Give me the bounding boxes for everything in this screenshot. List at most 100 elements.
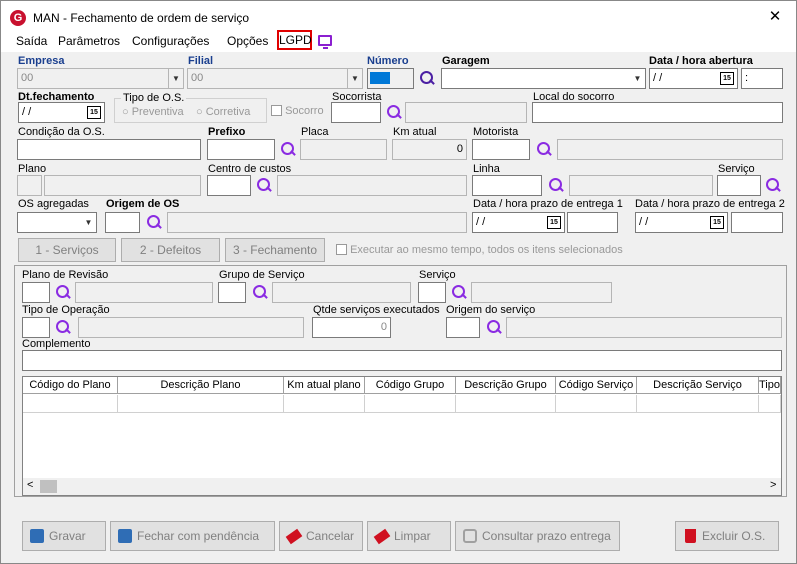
condicao-input[interactable] xyxy=(17,139,201,160)
grupo-servico-code[interactable] xyxy=(218,282,246,303)
grid-cell[interactable] xyxy=(118,395,284,413)
km-atual-label: Km atual xyxy=(393,126,437,138)
filial-select[interactable]: 00 ▼ xyxy=(187,68,363,89)
search-icon[interactable] xyxy=(765,177,781,193)
grid-cell[interactable] xyxy=(23,395,118,413)
socorrista-code[interactable] xyxy=(331,102,381,123)
grid-cell[interactable] xyxy=(456,395,556,413)
calendar-icon[interactable]: 15 xyxy=(547,216,561,229)
scroll-right-icon[interactable]: > xyxy=(770,479,776,491)
grid-header-codigo-servico[interactable]: Código Serviço xyxy=(556,377,637,394)
search-icon[interactable] xyxy=(536,141,552,157)
grid-cell[interactable] xyxy=(556,395,637,413)
servicos-button[interactable]: 1 - Serviços xyxy=(18,238,116,262)
condicao-label: Condição da O.S. xyxy=(18,126,105,138)
search-icon[interactable] xyxy=(548,177,564,193)
garagem-label: Garagem xyxy=(442,55,490,67)
data-abertura-label: Data / hora abertura xyxy=(649,55,753,67)
grid-header-descricao-plano[interactable]: Descrição Plano xyxy=(118,377,284,394)
fechamento-button[interactable]: 3 - Fechamento xyxy=(225,238,325,262)
dt-fechamento-value: / / xyxy=(22,106,32,118)
motorista-code[interactable] xyxy=(472,139,530,160)
servicos-grid[interactable]: Código do Plano Descrição Plano Km atual… xyxy=(22,376,782,496)
origem-os-code[interactable] xyxy=(105,212,140,233)
dt-fechamento-input[interactable]: / / 15 xyxy=(18,102,105,123)
consultar-prazo-button[interactable]: Consultar prazo entrega xyxy=(455,521,620,551)
search-icon[interactable] xyxy=(386,104,402,120)
menu-lgpd[interactable]: LGPD xyxy=(277,30,312,50)
grid-header-descricao-grupo[interactable]: Descrição Grupo xyxy=(456,377,556,394)
prazo1-time[interactable] xyxy=(567,212,618,233)
prefixo-input[interactable] xyxy=(207,139,275,160)
search-icon[interactable] xyxy=(451,284,467,300)
excluir-os-button[interactable]: Excluir O.S. xyxy=(675,521,779,551)
grid-cell[interactable] xyxy=(365,395,456,413)
calendar-icon[interactable]: 15 xyxy=(87,106,101,119)
search-icon[interactable] xyxy=(55,319,71,335)
menu-parametros[interactable]: Parâmetros xyxy=(58,34,120,48)
scroll-left-icon[interactable]: < xyxy=(27,479,33,491)
monitor-icon[interactable] xyxy=(318,35,332,49)
chevron-down-icon[interactable]: ▼ xyxy=(347,69,362,88)
tipo-operacao-code[interactable] xyxy=(22,317,50,338)
grid-header-km-atual-plano[interactable]: Km atual plano xyxy=(284,377,365,394)
empresa-select[interactable]: 00 ▼ xyxy=(17,68,184,89)
excluir-label: Excluir O.S. xyxy=(702,529,766,543)
chevron-down-icon[interactable]: ▼ xyxy=(168,69,183,88)
search-icon[interactable] xyxy=(280,141,296,157)
menu-opcoes[interactable]: Opções xyxy=(227,34,268,48)
centro-custos-name xyxy=(277,175,467,196)
qtde-input[interactable]: 0 xyxy=(312,317,391,338)
empresa-value: 00 xyxy=(21,72,34,84)
search-icon[interactable] xyxy=(146,214,162,230)
panel-servico-code[interactable] xyxy=(418,282,446,303)
socorro-checkbox[interactable]: Socorro xyxy=(271,105,324,117)
origem-servico-code[interactable] xyxy=(446,317,480,338)
chevron-down-icon[interactable]: ▼ xyxy=(630,69,645,88)
calendar-icon[interactable]: 15 xyxy=(720,72,734,85)
grid-cell[interactable] xyxy=(759,395,781,413)
search-icon[interactable] xyxy=(55,284,71,300)
centro-custos-code[interactable] xyxy=(207,175,251,196)
chevron-down-icon[interactable]: ▼ xyxy=(81,213,96,232)
search-icon[interactable] xyxy=(419,70,435,86)
search-icon[interactable] xyxy=(256,177,272,193)
fechar-pendencia-button[interactable]: Fechar com pendência xyxy=(110,521,275,551)
grid-header-tipo[interactable]: Tipo xyxy=(759,377,781,394)
executar-checkbox[interactable]: Executar ao mesmo tempo, todos os itens … xyxy=(336,244,623,256)
grid-header-descricao-servico[interactable]: Descrição Serviço xyxy=(637,377,759,394)
radio-preventiva[interactable]: ○ Preventiva xyxy=(122,106,184,118)
complemento-input[interactable] xyxy=(22,350,782,371)
grid-header-codigo-grupo[interactable]: Código Grupo xyxy=(365,377,456,394)
limpar-button[interactable]: Limpar xyxy=(367,521,451,551)
data-abertura-input[interactable]: / / 15 xyxy=(649,68,738,89)
scrollbar-thumb[interactable] xyxy=(40,480,57,493)
gravar-button[interactable]: Gravar xyxy=(22,521,106,551)
linha-code[interactable] xyxy=(472,175,542,196)
search-icon[interactable] xyxy=(252,284,268,300)
grid-cell[interactable] xyxy=(637,395,759,413)
prazo2-time[interactable] xyxy=(731,212,783,233)
prazo1-date[interactable]: / / 15 xyxy=(472,212,565,233)
grid-cell[interactable] xyxy=(284,395,365,413)
local-socorro-input[interactable] xyxy=(532,102,783,123)
numero-input[interactable] xyxy=(367,68,414,89)
grid-header-codigo-plano[interactable]: Código do Plano xyxy=(23,377,118,394)
calendar-icon[interactable]: 15 xyxy=(710,216,724,229)
close-icon[interactable]: ✕ xyxy=(763,5,787,29)
os-agregadas-select[interactable]: ▼ xyxy=(17,212,97,233)
defeitos-button[interactable]: 2 - Defeitos xyxy=(121,238,220,262)
menu-configuracoes[interactable]: Configurações xyxy=(132,34,209,48)
prazo2-label: Data / hora prazo de entrega 2 xyxy=(635,198,785,210)
radio-corretiva[interactable]: ○ Corretiva xyxy=(196,106,250,118)
horizontal-scrollbar[interactable]: < > xyxy=(23,478,781,495)
search-icon[interactable] xyxy=(486,319,502,335)
hora-abertura-input[interactable]: : xyxy=(741,68,783,89)
cancelar-button[interactable]: Cancelar xyxy=(279,521,363,551)
plano-revisao-code[interactable] xyxy=(22,282,50,303)
garagem-select[interactable]: ▼ xyxy=(441,68,646,89)
menu-saida[interactable]: Saída xyxy=(16,34,47,48)
servico-input[interactable] xyxy=(717,175,761,196)
complemento-label: Complemento xyxy=(22,338,91,350)
prazo2-date[interactable]: / / 15 xyxy=(635,212,728,233)
